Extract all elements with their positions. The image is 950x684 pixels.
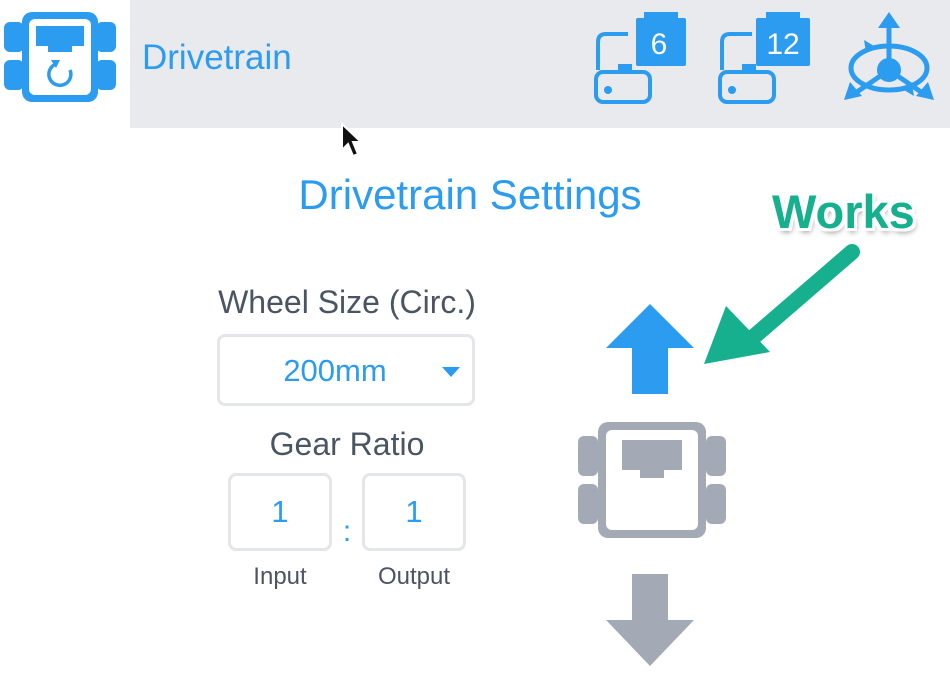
- gear-ratio-input-field[interactable]: 1: [228, 473, 332, 551]
- gear-ratio-output-field[interactable]: 1: [362, 473, 466, 551]
- gear-ratio-output-caption: Output: [377, 563, 451, 590]
- robot-icon: [578, 422, 726, 538]
- drivetrain-app-icon[interactable]: [0, 8, 120, 108]
- wheel-size-select[interactable]: 200mm: [217, 334, 475, 406]
- arrow-up-icon[interactable]: [606, 304, 694, 394]
- motor-port-number: 6: [650, 28, 668, 61]
- gyro-sensor-button[interactable]: [838, 10, 940, 110]
- motor-port-6-button[interactable]: 6: [592, 10, 692, 110]
- app-title: Drivetrain: [142, 38, 292, 77]
- app-header: Drivetrain 6 12: [0, 0, 950, 128]
- gyro-sensor-icon: [844, 12, 934, 100]
- gear-ratio-input-caption: Input: [253, 563, 307, 590]
- gear-ratio-separator: :: [342, 515, 352, 548]
- wheel-size-label: Wheel Size (Circ.): [218, 284, 476, 320]
- mouse-pointer-icon: [341, 122, 364, 158]
- drivetrain-page: Drivetrain 6 12 Drivetrain Settings Whee…: [0, 0, 950, 684]
- annotation-label: Works: [772, 185, 915, 238]
- gear-ratio-label: Gear Ratio: [269, 426, 425, 462]
- annotation-arrow-icon: [695, 240, 864, 373]
- motor-port-12-button[interactable]: 12: [716, 10, 816, 110]
- motor-port-number: 12: [766, 28, 800, 61]
- chevron-down-icon: [442, 367, 460, 377]
- wheel-size-value: 200mm: [283, 353, 387, 388]
- arrow-down-icon[interactable]: [606, 574, 694, 666]
